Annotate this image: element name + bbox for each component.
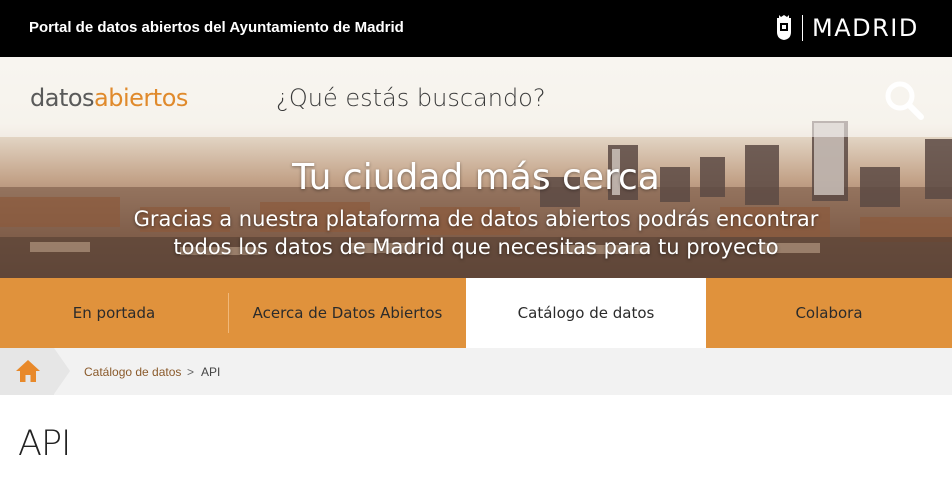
tab-catalogo-de-datos[interactable]: Catálogo de datos <box>466 278 706 348</box>
datos-abiertos-logo[interactable]: datosabiertos <box>30 84 188 112</box>
hero-title: Tu ciudad más cerca <box>292 157 660 198</box>
breadcrumb-separator: > <box>187 365 195 379</box>
breadcrumb-current: API <box>201 365 221 379</box>
logo-separator <box>802 15 803 41</box>
logo-datos-text: datos <box>30 84 95 112</box>
tab-colabora[interactable]: Colabora <box>706 278 952 348</box>
logo-abiertos-text: abiertos <box>94 84 188 112</box>
madrid-logo-text: MADRID <box>812 14 919 42</box>
breadcrumb-link-catalogo[interactable]: Catálogo de datos <box>84 365 181 379</box>
search-bar: datosabiertos ¿Qué estás buscando? <box>0 57 952 137</box>
main-nav: En portada Acerca de Datos Abiertos Catá… <box>0 278 952 348</box>
breadcrumb-arrow <box>54 348 70 394</box>
home-button[interactable] <box>0 348 54 395</box>
tab-en-portada[interactable]: En portada <box>0 278 228 348</box>
madrid-crest-icon <box>777 15 791 40</box>
hero-subtitle-line1: Gracias a nuestra plataforma de datos ab… <box>133 207 819 231</box>
hero-subtitle-line2: todos los datos de Madrid que necesitas … <box>173 235 779 259</box>
search-icon[interactable] <box>883 79 925 121</box>
hero-subtitle: Gracias a nuestra plataforma de datos ab… <box>0 205 952 261</box>
home-icon <box>16 360 40 382</box>
page-title: API <box>18 424 71 464</box>
hero-banner: datosabiertos ¿Qué estás buscando? Tu ci… <box>0 57 952 278</box>
portal-title[interactable]: Portal de datos abiertos del Ayuntamient… <box>29 19 404 36</box>
madrid-logo[interactable]: MADRID <box>776 13 919 43</box>
top-bar: Portal de datos abiertos del Ayuntamient… <box>0 0 952 57</box>
tab-acerca-de-datos-abiertos[interactable]: Acerca de Datos Abiertos <box>229 278 466 348</box>
search-input[interactable]: ¿Qué estás buscando? <box>276 84 546 112</box>
breadcrumb: Catálogo de datos > API <box>0 348 952 395</box>
